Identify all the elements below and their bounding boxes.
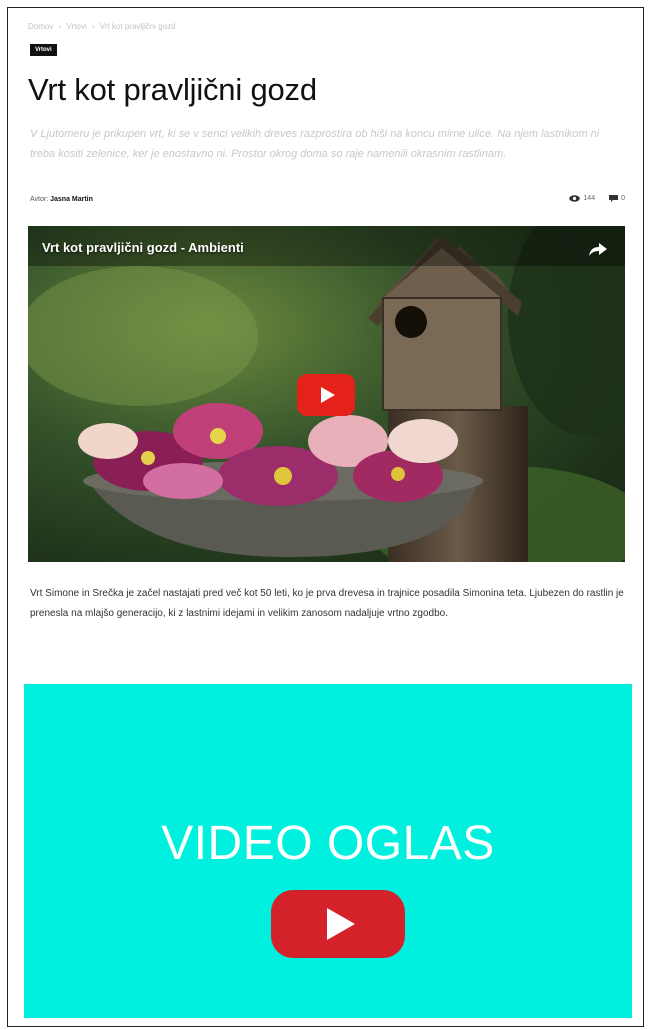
author-name[interactable]: Jasna Martin [50, 196, 93, 203]
article-body: Vrt Simone in Srečka je začel nastajati … [30, 588, 624, 619]
breadcrumb-category[interactable]: Vrtovi [66, 22, 86, 31]
comments-count[interactable]: 0 [609, 195, 625, 202]
ad-play-button[interactable] [271, 890, 405, 958]
breadcrumb-current: Vrt kot pravljični gozd [99, 22, 176, 31]
category-badge[interactable]: Vrtovi [30, 44, 57, 56]
breadcrumb: Domov › Vrtovi › Vrt kot pravljični gozd [28, 22, 179, 31]
breadcrumb-home[interactable]: Domov [28, 22, 53, 31]
article-meta: 144 0 [569, 195, 625, 202]
eye-icon [569, 195, 581, 202]
video-player[interactable]: Vrt kot pravljični gozd - Ambienti [28, 226, 625, 562]
youtube-play-icon [320, 387, 335, 403]
article-lead: V Ljutomeru je prikupen vrt, ki se v sen… [30, 128, 600, 160]
article-title: Vrt kot pravljični gozd [28, 72, 317, 107]
video-play-button[interactable] [297, 374, 355, 416]
author-line: Avtor: Jasna Martin [30, 196, 93, 203]
author-label: Avtor: [30, 196, 49, 203]
comments-value: 0 [621, 195, 625, 202]
views-count: 144 [569, 195, 595, 202]
views-value: 144 [583, 195, 596, 202]
video-ad[interactable]: VIDEO OGLAS [24, 684, 632, 1018]
breadcrumb-separator: › [58, 22, 62, 31]
video-title[interactable]: Vrt kot pravljični gozd - Ambienti [42, 240, 244, 255]
breadcrumb-separator: › [91, 22, 95, 31]
ad-label: VIDEO OGLAS [161, 817, 495, 870]
play-icon [327, 908, 355, 940]
comment-icon [609, 195, 619, 202]
share-arrow-icon[interactable] [587, 238, 609, 260]
